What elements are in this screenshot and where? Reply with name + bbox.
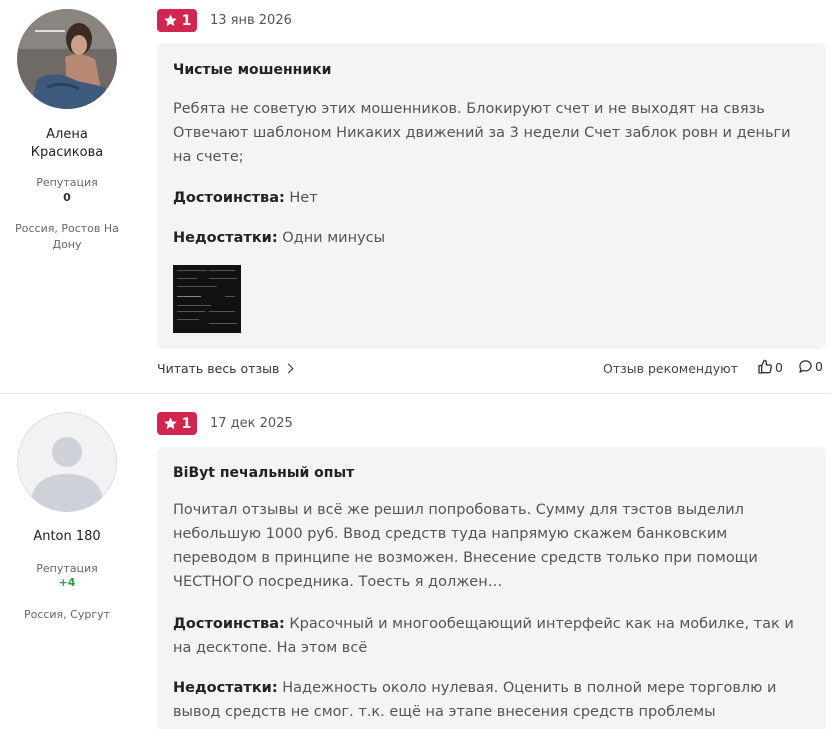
comment-count: 0 <box>815 359 823 374</box>
rating-value: 1 <box>181 415 192 432</box>
recommend-label: Отзыв рекомендуют <box>603 361 738 376</box>
pros-label: Достоинства: <box>173 190 285 206</box>
like-button[interactable]: 0 <box>757 359 783 375</box>
reputation-label: Репутация <box>36 562 98 575</box>
rating-badge: 1 <box>157 9 197 32</box>
comments-button[interactable]: 0 <box>798 359 823 374</box>
review-text: Ребята не советую этих мошенников. Блоки… <box>173 101 791 165</box>
reputation-label: Репутация <box>36 176 98 189</box>
review-date: 13 янв 2026 <box>210 13 292 28</box>
review-text: Почитал отзывы и всё же решил попробоват… <box>173 502 758 590</box>
review-date: 17 дек 2025 <box>210 416 293 431</box>
review-item: Anton 180 Репутация +4 Россия, Сургут 1 … <box>0 393 831 729</box>
thumbs-up-icon <box>758 359 772 374</box>
avatar[interactable] <box>17 9 117 109</box>
review-cons: Недостатки: Одни минусы <box>173 230 386 246</box>
comment-icon <box>799 360 812 373</box>
review-card: Чистые мошенники Ребята не советую этих … <box>157 43 826 349</box>
rating-value: 1 <box>181 12 192 29</box>
author-location: Россия, Сургут <box>23 608 111 621</box>
cons-label: Недостатки: <box>173 680 278 696</box>
review-card: BiByt печальный опыт Почитал отзывы и вс… <box>157 447 826 729</box>
chevron-right-icon <box>283 363 294 374</box>
read-full-review-link[interactable]: Читать весь отзыв <box>157 361 294 376</box>
cons-label: Недостатки: <box>173 230 278 246</box>
pros-label: Достоинства: <box>173 616 285 632</box>
review-pros: Достоинства: Нет <box>173 190 318 206</box>
rating-badge: 1 <box>157 412 197 435</box>
review-title[interactable]: BiByt печальный опыт <box>173 465 354 481</box>
star-icon <box>163 14 177 27</box>
author-location: Россия, Ростов На Дону <box>15 222 119 251</box>
review-title[interactable]: Чистые мошенники <box>173 62 331 78</box>
avatar[interactable] <box>17 412 117 512</box>
reputation-value: +4 <box>58 576 76 589</box>
reputation-value: 0 <box>63 191 71 204</box>
review-pros: Достоинства: Красочный и многообещающий … <box>173 616 794 656</box>
review-cons: Недостатки: Надежность около нулевая. Оц… <box>173 680 777 720</box>
star-icon <box>163 417 177 430</box>
author-name[interactable]: Алена Красикова <box>0 126 134 162</box>
author-name[interactable]: Anton 180 <box>0 528 134 546</box>
review-item: Алена Красикова Репутация 0 Россия, Рост… <box>0 0 831 393</box>
review-attachment-thumbnail[interactable] <box>173 265 241 333</box>
like-count: 0 <box>775 359 783 375</box>
